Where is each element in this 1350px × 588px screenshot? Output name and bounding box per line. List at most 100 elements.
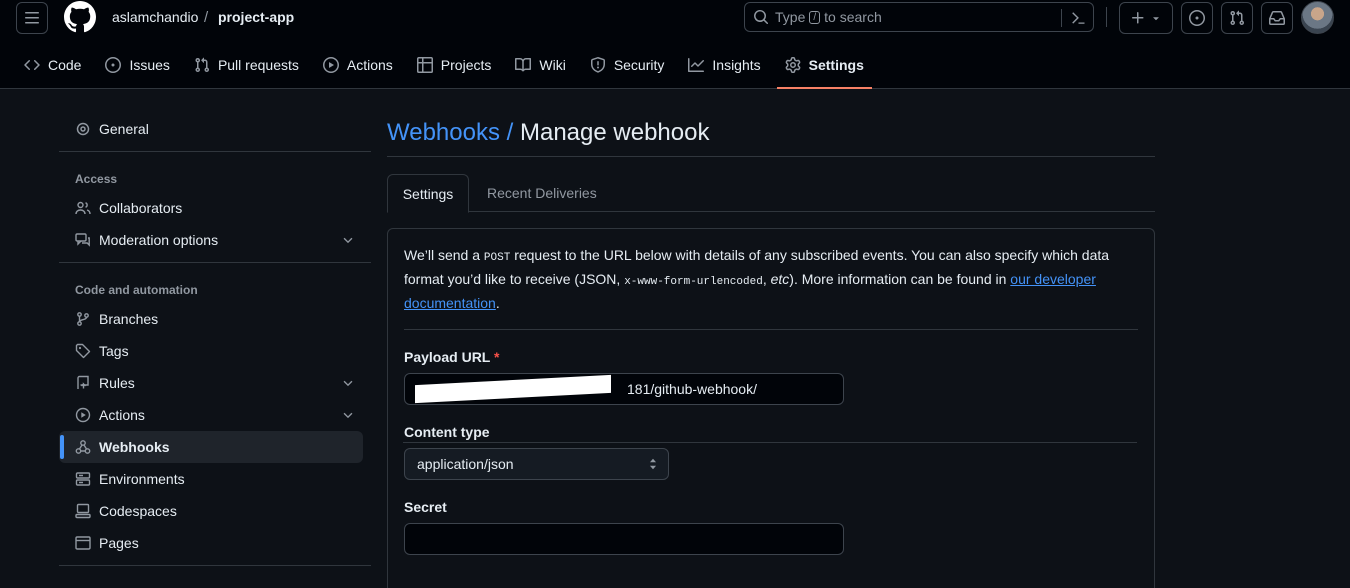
desc-text: .	[495, 295, 500, 311]
redaction-mark	[415, 374, 611, 404]
tab-webhook-settings[interactable]: Settings	[387, 174, 469, 213]
desc-text: ,	[762, 271, 771, 287]
payload-url-input[interactable]: 181/github-webhook/	[404, 373, 844, 405]
sidebar-item-tags[interactable]: Tags	[59, 335, 371, 367]
sidebar-item-label: General	[99, 121, 149, 137]
sidebar-item-label: Branches	[99, 311, 159, 327]
shield-icon	[590, 57, 605, 73]
sidebar-item-environments[interactable]: Environments	[59, 463, 371, 495]
repo-path-separator: /	[204, 9, 209, 26]
sidebar-item-label: Pages	[99, 535, 139, 551]
repo-nav: Code Issues Pull requests Actions Projec…	[16, 48, 880, 89]
sidebar-item-branches[interactable]: Branches	[59, 303, 371, 335]
graph-icon	[688, 58, 705, 72]
webhook-main: Webhooks / Manage webhook Settings Recen…	[387, 110, 1155, 588]
create-new-button[interactable]	[1119, 2, 1173, 34]
search-placeholder-prefix: Type	[775, 9, 806, 25]
webhook-icon	[75, 440, 91, 454]
git-branch-icon	[77, 312, 89, 326]
command-palette-icon[interactable]	[1070, 10, 1086, 26]
menu-icon	[25, 12, 39, 24]
content-type-select[interactable]: application/json	[404, 448, 669, 480]
tab-settings-label: Settings	[808, 57, 864, 73]
search-divider	[1061, 9, 1062, 27]
sidebar-item-label: Rules	[99, 375, 135, 391]
table-icon	[416, 57, 433, 73]
secret-label: Secret	[404, 499, 447, 515]
code-icon	[24, 59, 40, 71]
tab-code[interactable]: Code	[16, 48, 89, 82]
hamburger-menu-button[interactable]	[16, 2, 48, 34]
search-shortcut-key: /	[809, 10, 821, 24]
triangle-down-icon	[1153, 17, 1159, 21]
tab-recent-deliveries[interactable]: Recent Deliveries	[487, 174, 597, 212]
tab-insights[interactable]: Insights	[680, 48, 768, 82]
tab-wiki-label: Wiki	[539, 57, 566, 73]
tab-issues-label: Issues	[129, 57, 170, 73]
book-icon	[515, 57, 532, 72]
tab-projects-label: Projects	[440, 57, 492, 73]
tab-pull-requests[interactable]: Pull requests	[186, 48, 307, 82]
webhook-form: We’ll send a POST request to the URL bel…	[387, 228, 1155, 588]
app-header: aslamchandio / project-app Type / to sea…	[0, 0, 1350, 89]
payload-url-label: Payload URL *	[404, 347, 1138, 367]
page-title: Webhooks / Manage webhook	[387, 110, 1155, 157]
issues-button[interactable]	[1181, 2, 1213, 34]
tab-projects[interactable]: Projects	[409, 48, 500, 82]
gear-icon	[785, 57, 801, 73]
tab-issues[interactable]: Issues	[97, 48, 177, 82]
comment-discussion-icon	[75, 233, 90, 247]
desc-code-post: POST	[483, 252, 511, 264]
search-placeholder-suffix: to search	[824, 9, 882, 25]
server-icon	[75, 472, 91, 486]
sidebar-item-codespaces[interactable]: Codespaces	[59, 495, 371, 527]
sidebar-item-rules[interactable]: Rules	[59, 367, 371, 399]
select-arrows-icon	[649, 458, 657, 470]
settings-sidebar: General Access Collaborators Moderation …	[59, 110, 371, 572]
user-avatar[interactable]	[1301, 1, 1334, 34]
pull-request-icon	[195, 57, 209, 73]
repo-push-icon	[77, 375, 89, 389]
pull-requests-button[interactable]	[1221, 2, 1253, 34]
tab-security[interactable]: Security	[582, 48, 673, 82]
sidebar-item-pages[interactable]: Pages	[59, 527, 371, 559]
people-icon	[75, 201, 91, 215]
search-input[interactable]: Type / to search	[744, 2, 1094, 32]
tag-icon	[75, 343, 91, 359]
sidebar-item-general[interactable]: General	[59, 113, 371, 145]
required-marker: *	[494, 349, 500, 365]
sidebar-item-collaborators[interactable]: Collaborators	[59, 192, 371, 224]
repo-name-link[interactable]: project-app	[218, 9, 294, 25]
github-logo-icon[interactable]	[64, 1, 96, 33]
issue-opened-icon	[1189, 10, 1205, 26]
desc-text: We’ll send a	[404, 247, 484, 263]
webhook-tabs: Settings Recent Deliveries	[387, 174, 1155, 213]
secret-input[interactable]	[404, 523, 844, 555]
chevron-down-icon	[343, 380, 353, 387]
repo-owner-link[interactable]: aslamchandio	[112, 9, 198, 25]
sidebar-item-moderation-options[interactable]: Moderation options	[59, 224, 371, 256]
desc-text: ). More information can be found in	[789, 271, 1011, 287]
play-icon	[322, 57, 339, 73]
issue-icon	[105, 57, 122, 73]
payload-url-label-text: Payload URL	[404, 349, 491, 365]
sidebar-item-label: Collaborators	[99, 200, 183, 216]
form-divider	[403, 442, 1137, 443]
tab-settings[interactable]: Settings	[776, 48, 873, 89]
tab-actions[interactable]: Actions	[315, 48, 401, 82]
notifications-button[interactable]	[1261, 2, 1293, 34]
content-type-label: Content type	[404, 424, 490, 440]
sidebar-item-actions[interactable]: Actions	[59, 399, 371, 431]
page-title-text: Manage webhook	[519, 119, 710, 146]
sidebar-divider	[59, 262, 371, 263]
sidebar-item-webhooks[interactable]: Webhooks	[59, 431, 363, 463]
search-icon	[754, 10, 769, 25]
breadcrumb-webhooks-link[interactable]: Webhooks	[387, 119, 500, 146]
sidebar-heading-code-automation: Code and automation	[75, 283, 198, 297]
tab-actions-label: Actions	[346, 57, 393, 73]
tab-wiki[interactable]: Wiki	[507, 48, 573, 82]
chevron-down-icon	[343, 237, 353, 244]
sidebar-heading-access: Access	[75, 172, 118, 186]
git-pull-request-icon	[1230, 10, 1245, 26]
sidebar-item-label: Moderation options	[99, 232, 219, 248]
